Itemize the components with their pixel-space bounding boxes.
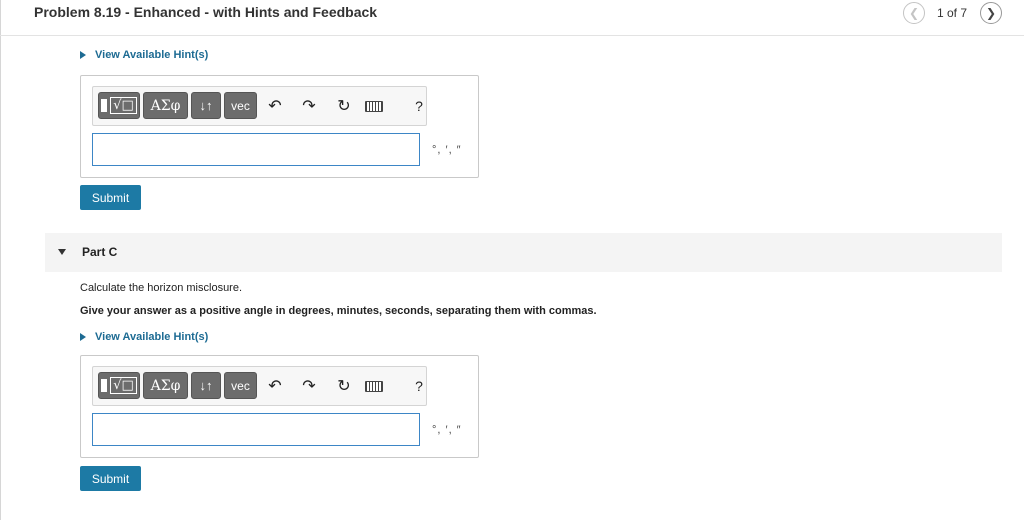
part-c-templates-button[interactable]: √□ bbox=[98, 372, 140, 399]
part-b-undo-icon[interactable]: ↶ bbox=[265, 95, 285, 117]
part-c-math-toolbar: √□ ΑΣφ ↓↑ vec ↶ ↷ ↻ ? bbox=[92, 366, 427, 406]
caret-down-icon bbox=[58, 249, 66, 255]
caret-right-icon bbox=[80, 333, 86, 341]
part-b-redo-icon[interactable]: ↷ bbox=[299, 95, 319, 117]
previous-problem-button[interactable]: ❮ bbox=[902, 2, 925, 24]
part-b-math-toolbar: √□ ΑΣφ ↓↑ vec ↶ ↷ ↻ ? bbox=[92, 86, 427, 126]
part-c-question: Calculate the horizon misclosure. bbox=[80, 282, 243, 294]
part-c-title: Part C bbox=[82, 245, 118, 259]
part-c-vector-button[interactable]: vec bbox=[224, 372, 257, 399]
part-c-reset-icon[interactable]: ↻ bbox=[334, 375, 354, 397]
problem-title: Problem 8.19 - Enhanced - with Hints and… bbox=[34, 4, 378, 20]
part-c-header[interactable]: Part C bbox=[45, 233, 1002, 272]
pager-text: 1 of 7 bbox=[936, 6, 967, 20]
part-c-redo-icon[interactable]: ↷ bbox=[299, 375, 319, 397]
left-border bbox=[0, 0, 1, 520]
part-c-keyboard-icon[interactable] bbox=[363, 375, 385, 397]
next-problem-button[interactable]: ❯ bbox=[980, 2, 1002, 24]
problem-header: Problem 8.19 - Enhanced - with Hints and… bbox=[0, 0, 1024, 36]
pager: ❮ 1 of 7 ❯ bbox=[902, 2, 1002, 24]
part-c-view-hints-link[interactable]: View Available Hint(s) bbox=[80, 331, 208, 343]
part-c-greek-symbols-button[interactable]: ΑΣφ bbox=[143, 372, 188, 399]
part-c-answer-box: √□ ΑΣφ ↓↑ vec ↶ ↷ ↻ ? °, ′, ″ bbox=[80, 355, 479, 458]
part-c-view-hints-label: View Available Hint(s) bbox=[95, 331, 209, 343]
part-b-keyboard-icon[interactable] bbox=[363, 95, 385, 117]
part-b-help-button[interactable]: ? bbox=[409, 95, 429, 117]
part-b-greek-symbols-button[interactable]: ΑΣφ bbox=[143, 92, 188, 119]
part-c-help-button[interactable]: ? bbox=[409, 375, 429, 397]
templates-icon bbox=[101, 99, 108, 112]
part-c-format-hint: °, ′, ″ bbox=[432, 424, 462, 436]
part-c-undo-icon[interactable]: ↶ bbox=[265, 375, 285, 397]
part-b-submit-button[interactable]: Submit bbox=[80, 185, 141, 210]
part-b-format-hint: °, ′, ″ bbox=[432, 144, 462, 156]
part-c-subscript-superscript-button[interactable]: ↓↑ bbox=[191, 372, 221, 399]
part-b-view-hints-link[interactable]: View Available Hint(s) bbox=[80, 49, 208, 61]
part-b-templates-button[interactable]: √□ bbox=[98, 92, 140, 119]
chevron-left-icon: ❮ bbox=[908, 6, 919, 20]
chevron-right-icon: ❯ bbox=[985, 6, 997, 20]
part-b-view-hints-label: View Available Hint(s) bbox=[95, 49, 209, 61]
part-b-reset-icon[interactable]: ↻ bbox=[334, 95, 354, 117]
part-b-answer-box: √□ ΑΣφ ↓↑ vec ↶ ↷ ↻ ? °, ′, ″ bbox=[80, 75, 479, 178]
part-c-answer-input[interactable] bbox=[92, 413, 420, 446]
templates-icon bbox=[101, 379, 108, 392]
part-b-subscript-superscript-button[interactable]: ↓↑ bbox=[191, 92, 221, 119]
part-c-submit-button[interactable]: Submit bbox=[80, 466, 141, 491]
part-b-vector-button[interactable]: vec bbox=[224, 92, 257, 119]
part-b-answer-input[interactable] bbox=[92, 133, 420, 166]
caret-right-icon bbox=[80, 51, 86, 59]
part-c-instruction: Give your answer as a positive angle in … bbox=[80, 305, 597, 317]
